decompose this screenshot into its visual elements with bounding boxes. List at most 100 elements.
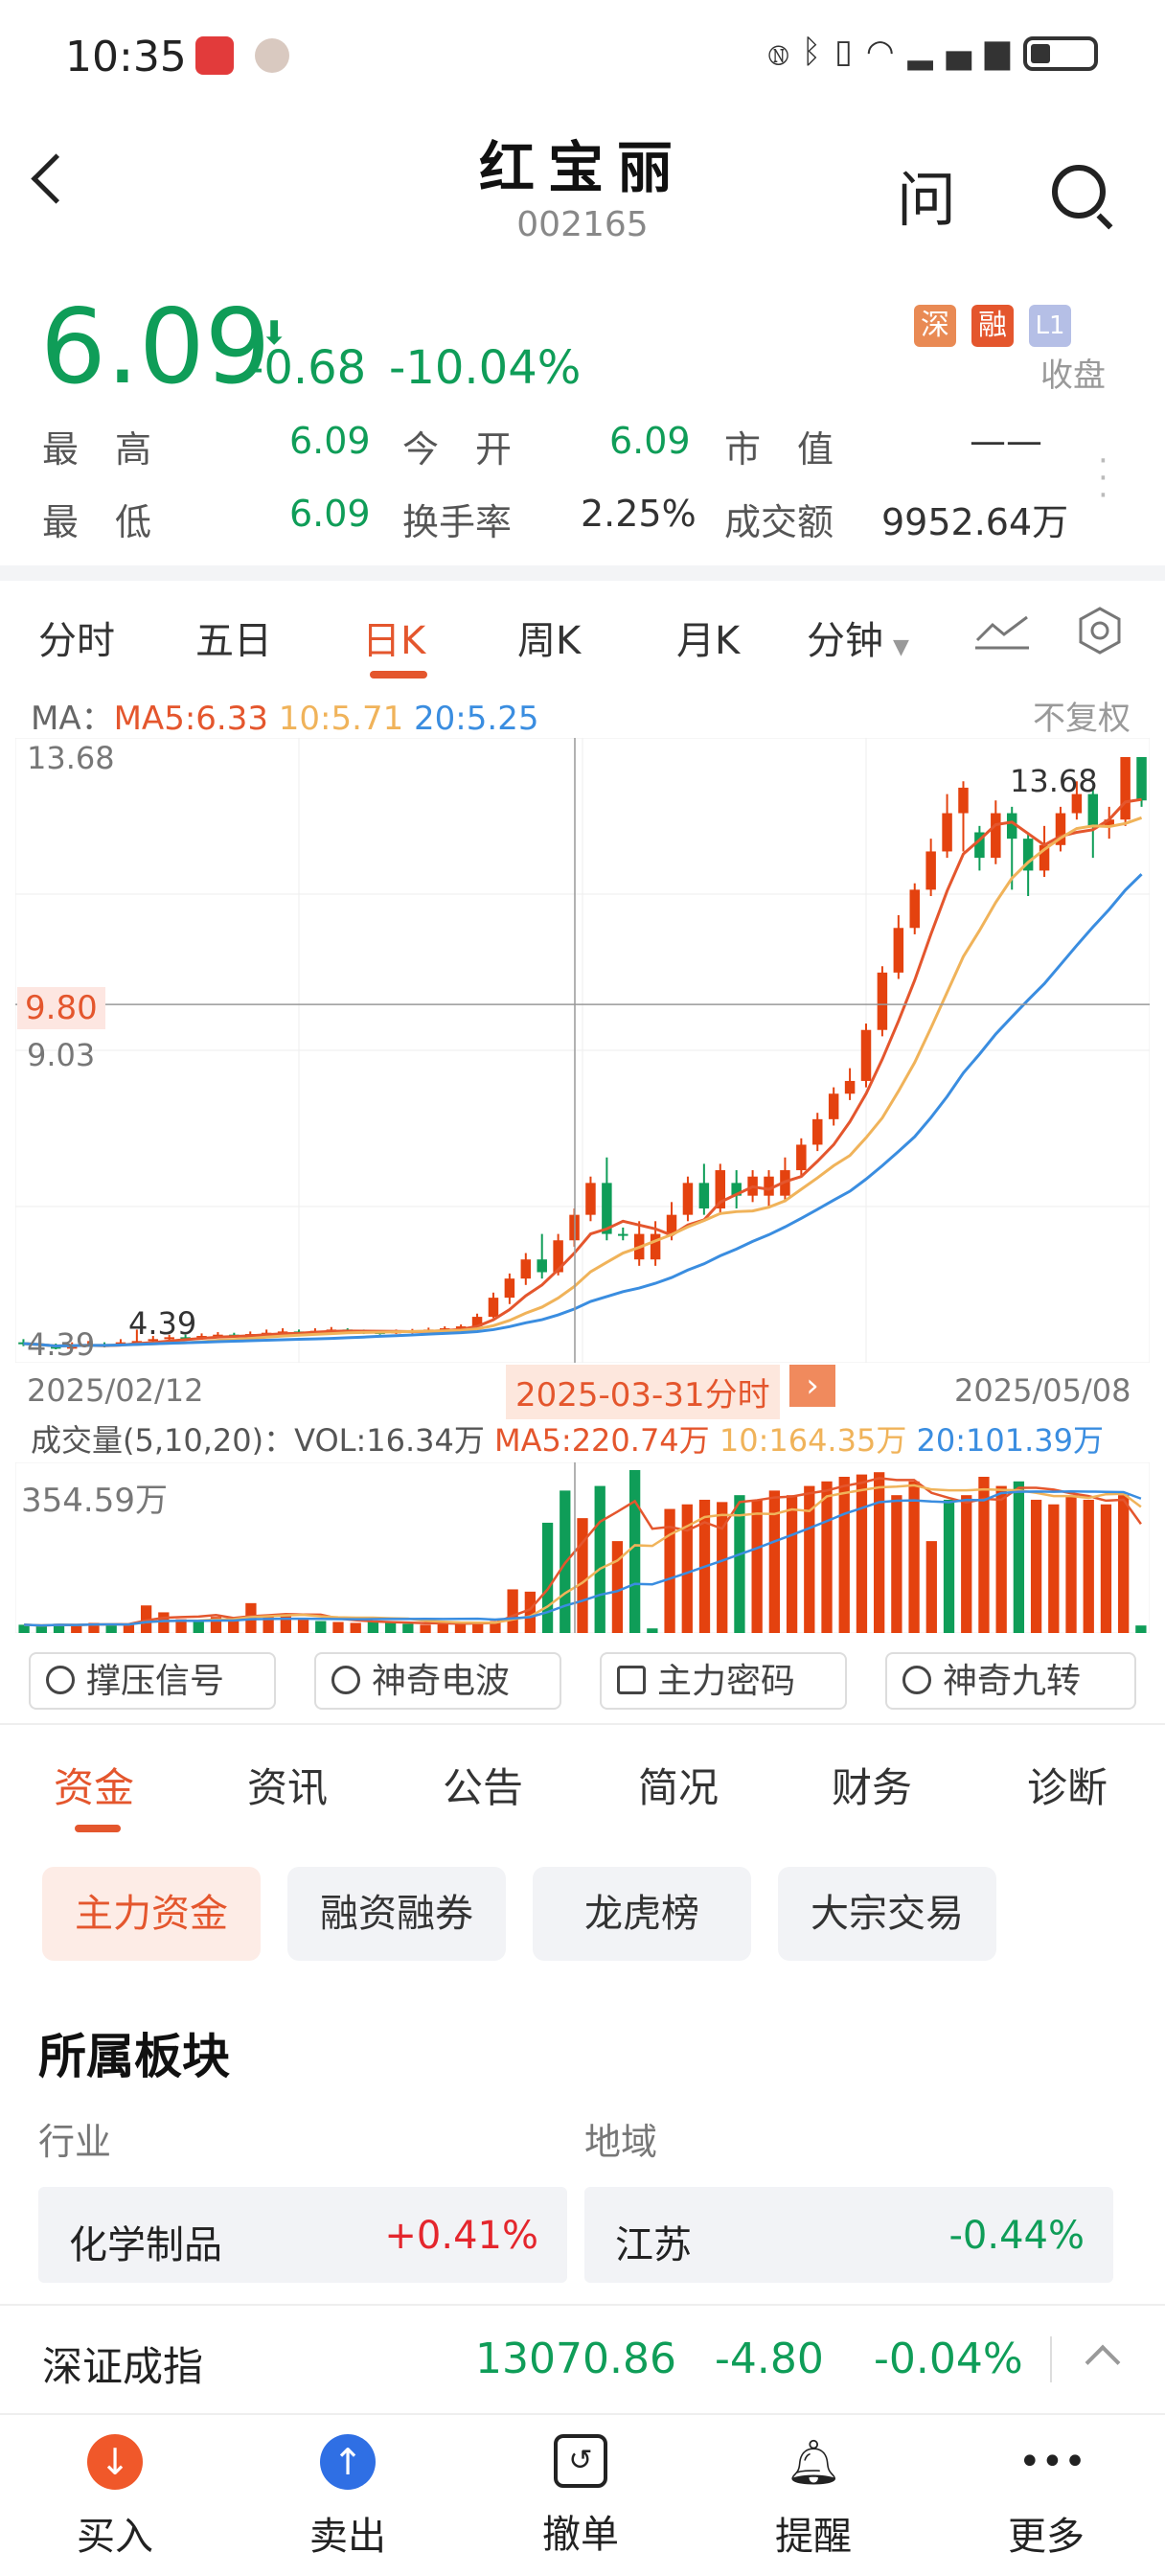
- tab-funds[interactable]: 资金: [54, 1756, 134, 1814]
- price-axis-bottom: 4.39: [27, 1326, 96, 1363]
- volume-bar: [1135, 1625, 1147, 1633]
- volume-bar: [297, 1619, 309, 1633]
- tab-indicator: [370, 671, 427, 678]
- candle-body: [925, 851, 936, 890]
- section-tab-indicator: [75, 1825, 121, 1832]
- tab-diagnosis[interactable]: 诊断: [1027, 1756, 1108, 1814]
- price-axis-mid: 9.03: [27, 1037, 96, 1073]
- tab-intraday[interactable]: 分时: [38, 610, 115, 665]
- nav-buy[interactable]: ↓ 买入: [38, 2434, 192, 2561]
- volume-bar: [821, 1481, 833, 1633]
- volume-bar: [874, 1472, 885, 1633]
- candle-body: [585, 1183, 596, 1215]
- vibrate-icon: ▯: [834, 33, 866, 71]
- status-time: 10:35: [65, 33, 187, 81]
- search-icon[interactable]: [1052, 165, 1106, 218]
- chip-support-pressure[interactable]: 撑压信号: [29, 1652, 276, 1710]
- candle-body: [812, 1118, 823, 1145]
- volume-bar: [891, 1495, 902, 1633]
- chip-magic-wave[interactable]: 神奇电波: [314, 1652, 561, 1710]
- wifi-icon: ◠: [865, 33, 908, 71]
- tab-news[interactable]: 资讯: [247, 1756, 328, 1814]
- dropdown-icon: ▼: [893, 635, 909, 659]
- amount-value: 9952.64万: [881, 501, 1069, 543]
- status-icons: Ⓝᛒ▯◠▂▄▆: [768, 33, 1098, 71]
- chevron-right-icon[interactable]: ›: [789, 1365, 835, 1407]
- ma-legend: MA：MA5:6.33 10:5.71 20:5.25: [31, 700, 539, 738]
- ask-icon[interactable]: 问: [897, 151, 956, 238]
- lock-icon: [617, 1666, 646, 1694]
- volume-bar: [628, 1470, 641, 1633]
- candle-body: [650, 1233, 661, 1260]
- candlestick-chart[interactable]: [15, 738, 1150, 1363]
- arrow-down-circle-icon: ↓: [87, 2434, 143, 2490]
- industry-card[interactable]: 化学制品 +0.41%: [38, 2187, 567, 2283]
- mcap-value: ——: [970, 420, 1042, 462]
- wave-icon: [331, 1666, 360, 1694]
- adjust-toggle[interactable]: 不复权: [1033, 692, 1131, 739]
- volume-bar: [35, 1625, 47, 1633]
- nav-more[interactable]: ••• 更多: [970, 2434, 1123, 2561]
- tab-minute[interactable]: 分钟 ▼: [807, 610, 909, 665]
- volume-bar: [402, 1623, 414, 1633]
- volume-bar: [437, 1623, 448, 1633]
- high-label: 最 高: [42, 428, 152, 471]
- chip-main-code[interactable]: 主力密码: [600, 1652, 847, 1710]
- nav-sell[interactable]: ↑ 卖出: [271, 2434, 424, 2561]
- divider: [1050, 2336, 1052, 2382]
- volume-bar: [1083, 1499, 1094, 1633]
- divider: [0, 565, 1165, 581]
- price-change: -0.68: [247, 341, 367, 395]
- tab-finance[interactable]: 财务: [832, 1756, 912, 1814]
- candle-body: [1120, 757, 1131, 820]
- nav-cancel[interactable]: ↺ 撤单: [504, 2434, 657, 2559]
- candle-body: [860, 1029, 872, 1081]
- chevron-circle-icon: [902, 1666, 931, 1694]
- candle-body: [698, 1183, 710, 1208]
- more-vertical-icon[interactable]: · · ·: [1098, 445, 1108, 512]
- section-title: 所属板块: [38, 2029, 230, 2084]
- turnover-value: 2.25%: [581, 493, 697, 535]
- nav-alert[interactable]: 🔔︎ 提醒: [737, 2434, 890, 2561]
- region-card[interactable]: 江苏 -0.44%: [584, 2187, 1113, 2283]
- drawing-tool-icon[interactable]: [973, 611, 1031, 650]
- high-value: 6.09: [289, 420, 371, 462]
- tab-profile[interactable]: 简况: [638, 1756, 719, 1814]
- low-mark-label: 4.39: [128, 1305, 197, 1342]
- volume-bar: [751, 1499, 763, 1633]
- open-label: 今 开: [402, 428, 513, 471]
- volume-bar: [367, 1622, 379, 1633]
- tab-announcements[interactable]: 公告: [443, 1756, 523, 1814]
- chart-settings-icon[interactable]: [1075, 606, 1125, 656]
- tab-monthly-k[interactable]: 月K: [676, 610, 740, 665]
- volume-bar: [1030, 1499, 1042, 1633]
- candle-body: [618, 1233, 628, 1236]
- subtab-dragon-tiger[interactable]: 龙虎榜: [533, 1867, 751, 1961]
- tab-daily-k[interactable]: 日K: [362, 610, 425, 665]
- more-horizontal-icon: •••: [1018, 2440, 1086, 2484]
- volume-bar: [1048, 1504, 1060, 1633]
- tab-weekly-k[interactable]: 周K: [517, 610, 581, 665]
- subtab-main-funds[interactable]: 主力资金: [42, 1867, 261, 1961]
- candle-body: [991, 813, 1001, 859]
- subtab-margin[interactable]: 融资融券: [287, 1867, 506, 1961]
- candle-body: [877, 972, 888, 1030]
- volume-bar: [594, 1485, 605, 1633]
- subtab-block-trade[interactable]: 大宗交易: [778, 1867, 996, 1961]
- volume-bar: [647, 1628, 658, 1633]
- price-change-pct: -10.04%: [389, 341, 582, 395]
- badge-l1[interactable]: L1: [1029, 305, 1071, 347]
- volume-bar: [524, 1591, 537, 1633]
- volume-bar: [350, 1622, 361, 1633]
- page-title: 红宝丽: [478, 135, 686, 200]
- volume-bar: [1013, 1481, 1025, 1633]
- crosshair-date-tag[interactable]: 2025-03-31分时: [506, 1365, 780, 1419]
- candle-body: [537, 1259, 547, 1273]
- candle-body: [828, 1093, 839, 1119]
- chip-nine-turn[interactable]: 神奇九转: [885, 1652, 1136, 1710]
- tab-five-day[interactable]: 五日: [195, 610, 272, 665]
- volume-bar: [1100, 1504, 1112, 1633]
- volume-chart[interactable]: [15, 1462, 1150, 1633]
- candle-body: [844, 1080, 856, 1094]
- industry-label: 行业: [38, 2121, 112, 2163]
